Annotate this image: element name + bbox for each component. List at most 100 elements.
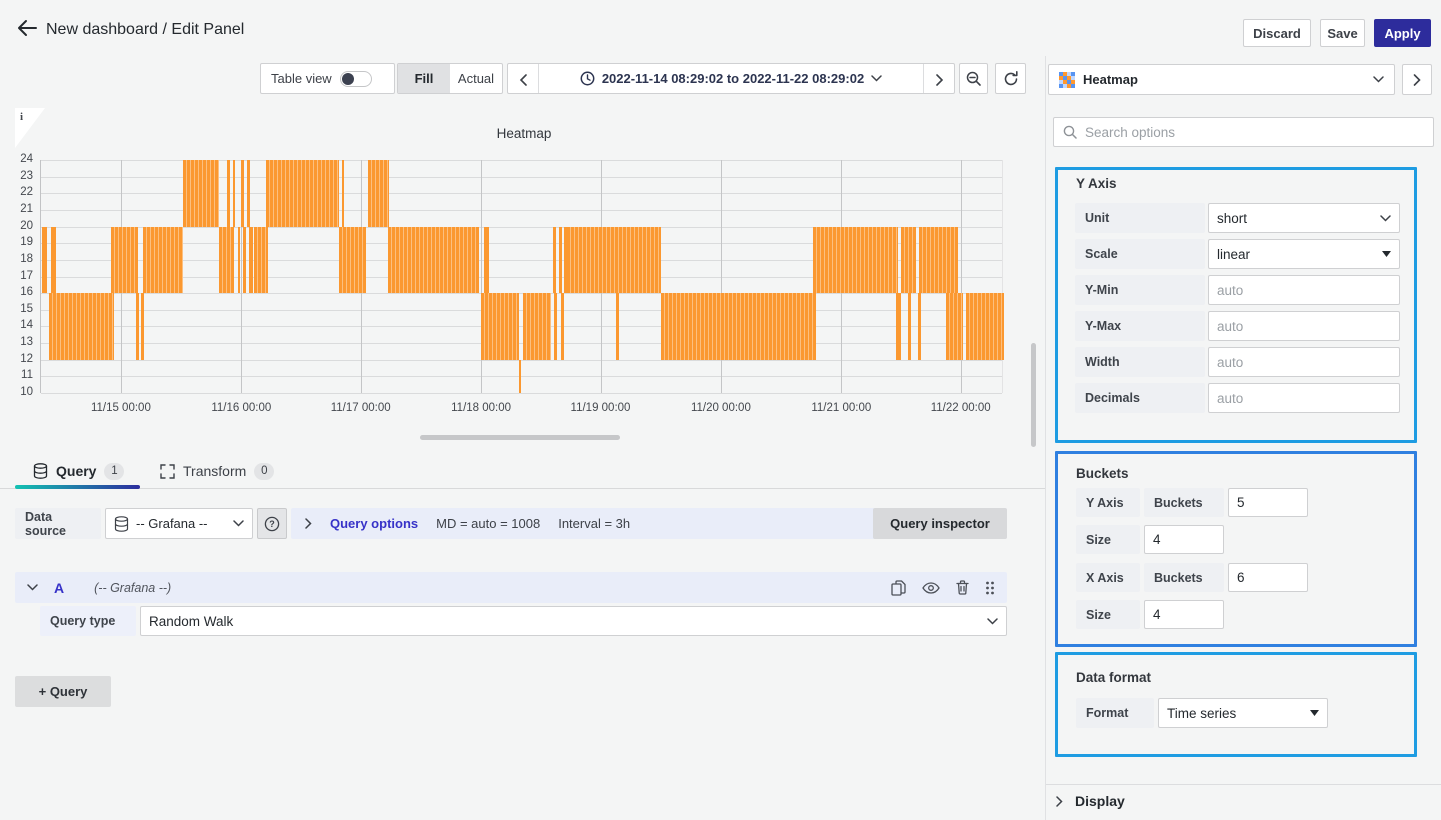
chevron-down-icon (987, 618, 998, 625)
y-axis-tick-label: 10 (7, 386, 33, 398)
heatmap-cell (908, 293, 911, 360)
query-type-label: Query type (40, 606, 136, 636)
fill-segment[interactable]: Fill (398, 64, 450, 93)
y-max-input[interactable] (1208, 311, 1400, 341)
query-ref-id: A (54, 580, 64, 596)
query-type-select[interactable]: Random Walk (140, 606, 1007, 636)
heatmap-cell (238, 227, 240, 294)
delete-query-trash-icon[interactable] (956, 580, 969, 595)
table-view-toggle[interactable] (340, 71, 372, 87)
buckets-x-count-label: Buckets (1144, 563, 1224, 592)
display-section-divider (1046, 784, 1441, 785)
width-input[interactable] (1208, 347, 1400, 377)
heatmap-cell (247, 160, 250, 227)
discard-button[interactable]: Discard (1243, 19, 1311, 47)
buckets-y-size-input[interactable] (1144, 525, 1224, 554)
tab-transform[interactable]: Transform 0 (160, 458, 274, 484)
heatmap-plot-area[interactable]: 10111213141516171819202122232411/15 00:0… (40, 160, 1003, 393)
tabbar-divider (0, 488, 1046, 489)
heatmap-cell (254, 227, 268, 294)
gridline-h (41, 393, 1002, 394)
y-axis-tick-label: 17 (7, 270, 33, 282)
heatmap-cell (249, 227, 253, 294)
decimals-input[interactable] (1208, 383, 1400, 413)
gridline-h (41, 326, 1002, 327)
save-button[interactable]: Save (1320, 19, 1365, 47)
vertical-scrollbar[interactable] (1031, 343, 1036, 447)
datasource-select[interactable]: -- Grafana -- (105, 508, 253, 539)
data-format-section-title: Data format (1076, 670, 1151, 685)
heatmap-cell (243, 227, 246, 294)
apply-button[interactable]: Apply (1374, 19, 1431, 47)
heatmap-cell (661, 293, 816, 360)
options-search-input[interactable] (1085, 125, 1424, 140)
x-axis-tick-label: 11/16 00:00 (205, 402, 277, 414)
chevron-down-icon (1373, 76, 1384, 83)
display-section-toggle[interactable]: Display (1056, 793, 1125, 809)
query-options-link[interactable]: Query options (330, 516, 418, 531)
unit-select[interactable]: short (1208, 203, 1400, 233)
options-pane-collapse-button[interactable] (1402, 64, 1432, 95)
tab-query[interactable]: Query 1 (33, 458, 124, 484)
chevron-right-icon[interactable] (305, 518, 312, 529)
query-inspector-button[interactable]: Query inspector (873, 508, 1007, 539)
chevron-right-icon (1056, 796, 1063, 807)
heatmap-cell (342, 160, 344, 227)
decimals-label: Decimals (1075, 383, 1205, 413)
time-shift-back-button[interactable] (508, 64, 538, 95)
hide-query-eye-icon[interactable] (922, 582, 940, 594)
heatmap-cell (813, 227, 898, 294)
query-row-header[interactable]: A (-- Grafana --) (15, 572, 1007, 603)
scale-value: linear (1217, 247, 1250, 262)
x-axis-tick-label: 11/19 00:00 (565, 402, 637, 414)
scale-select[interactable]: linear (1208, 239, 1400, 269)
heatmap-cell (946, 293, 963, 360)
query-type-value: Random Walk (149, 614, 233, 629)
chart-title: Heatmap (8, 126, 1040, 141)
refresh-button[interactable] (995, 63, 1026, 94)
horizontal-scrollbar[interactable] (420, 435, 620, 440)
buckets-x-size-input[interactable] (1144, 600, 1224, 629)
y-axis-tick-label: 11 (7, 369, 33, 381)
heatmap-cell (388, 227, 480, 294)
format-select[interactable]: Time series (1158, 698, 1328, 728)
options-search (1053, 117, 1434, 147)
y-min-input[interactable] (1208, 275, 1400, 305)
max-data-points-stat: MD = auto = 1008 (436, 516, 540, 531)
tab-query-label: Query (56, 463, 96, 479)
buckets-y-count-input[interactable] (1228, 488, 1308, 517)
query-count-badge: 1 (104, 463, 124, 480)
y-axis-tick-label: 23 (7, 170, 33, 182)
transform-count-badge: 0 (254, 463, 274, 480)
datasource-help-button[interactable]: ? (257, 508, 287, 539)
gridline-h (41, 376, 1002, 377)
visualization-picker[interactable]: Heatmap (1048, 64, 1395, 95)
y-axis-tick-label: 19 (7, 236, 33, 248)
zoom-out-button[interactable] (959, 63, 988, 94)
caret-down-icon (1310, 710, 1319, 716)
heatmap-cell (233, 160, 236, 227)
x-axis-tick-label: 11/21 00:00 (805, 402, 877, 414)
x-axis-tick-label: 11/18 00:00 (445, 402, 517, 414)
buckets-y-axis-label: Y Axis (1076, 488, 1140, 517)
back-arrow-icon[interactable] (16, 19, 38, 37)
heatmap-cell (481, 293, 519, 360)
duplicate-query-icon[interactable] (891, 580, 906, 596)
chevron-down-icon[interactable] (27, 584, 38, 591)
unit-value: short (1217, 211, 1247, 226)
add-query-button[interactable]: + Query (15, 676, 111, 707)
heatmap-cell (896, 293, 901, 360)
heatmap-cell (141, 293, 144, 360)
heatmap-cell (616, 293, 619, 360)
heatmap-cell (519, 360, 522, 393)
heatmap-cell (567, 227, 661, 294)
heatmap-cell (966, 293, 1005, 360)
buckets-x-count-input[interactable] (1228, 563, 1308, 592)
actual-segment[interactable]: Actual (450, 64, 502, 93)
drag-handle-icon[interactable] (985, 581, 995, 595)
buckets-y-count-label: Buckets (1144, 488, 1224, 517)
heatmap-cell (553, 227, 556, 294)
time-shift-forward-button[interactable] (924, 64, 954, 95)
y-axis-tick-label: 18 (7, 253, 33, 265)
time-range-button[interactable]: 2022-11-14 08:29:02 to 2022-11-22 08:29:… (538, 64, 924, 93)
